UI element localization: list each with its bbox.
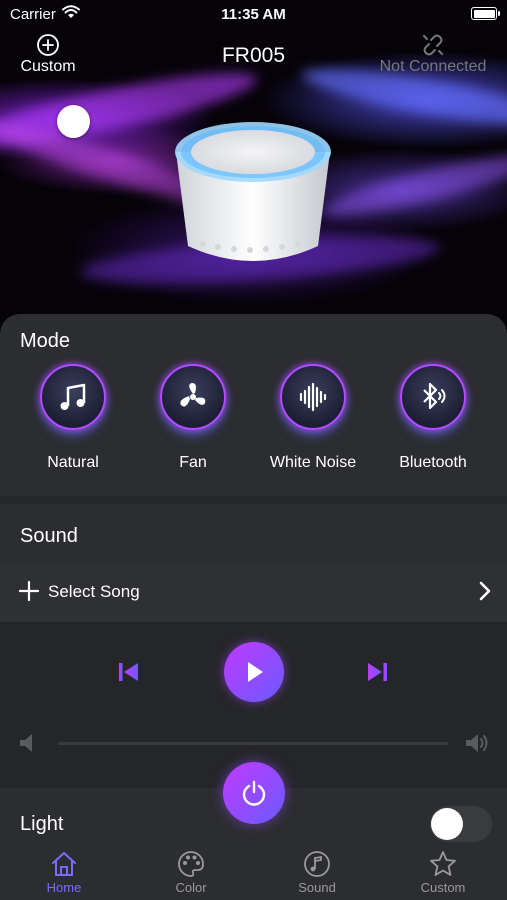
volume-high-icon xyxy=(466,734,488,752)
sound-section-title: Sound xyxy=(20,525,78,547)
play-icon xyxy=(248,662,263,682)
waveform-icon xyxy=(299,382,327,412)
connection-status: Not Connected xyxy=(379,58,487,75)
light-section-title: Light xyxy=(20,813,64,835)
next-track-icon[interactable] xyxy=(366,662,388,682)
tab-bar: Home Color Sound Custom xyxy=(0,842,507,900)
tab-label: Home xyxy=(46,880,82,895)
select-song-label: Select Song xyxy=(48,582,140,601)
music-note-icon xyxy=(60,383,86,410)
fan-icon xyxy=(180,383,206,407)
sound-machine-image xyxy=(175,122,331,261)
tab-label: Sound xyxy=(298,880,336,895)
tab-sound[interactable]: Sound xyxy=(267,848,367,895)
light-toggle[interactable] xyxy=(430,806,492,842)
mode-label: Fan xyxy=(179,454,207,471)
mode-natural[interactable]: Natural xyxy=(13,364,133,472)
volume-slider-knob[interactable] xyxy=(57,105,90,138)
previous-track-icon[interactable] xyxy=(118,662,140,682)
play-button[interactable] xyxy=(224,642,284,702)
toggle-knob xyxy=(431,808,463,840)
tab-label: Color xyxy=(175,880,207,895)
smoke-wave xyxy=(319,143,507,227)
volume-low-icon xyxy=(20,734,32,752)
tab-custom[interactable]: Custom xyxy=(393,848,493,895)
player-controls xyxy=(0,622,507,778)
mode-list: Natural Fan White Noise Bluetooth xyxy=(0,364,507,484)
mode-white-noise[interactable]: White Noise xyxy=(253,364,373,472)
power-icon xyxy=(242,780,266,806)
mode-bluetooth[interactable]: Bluetooth xyxy=(373,364,493,472)
tab-label: Custom xyxy=(420,880,466,895)
mode-label: White Noise xyxy=(269,454,357,471)
music-note-icon xyxy=(304,851,330,877)
volume-slider[interactable] xyxy=(58,742,448,745)
battery-icon xyxy=(471,7,500,20)
power-button[interactable] xyxy=(223,762,285,824)
bluetooth-icon xyxy=(423,382,446,410)
chevron-right-icon xyxy=(479,581,491,601)
broken-link-icon xyxy=(423,34,443,56)
plus-icon xyxy=(18,580,40,602)
connection-button[interactable]: Not Connected xyxy=(373,32,493,76)
select-song-row[interactable]: Select Song xyxy=(0,562,507,622)
star-icon xyxy=(430,851,456,876)
mode-section-title: Mode xyxy=(20,330,71,352)
mode-label: Natural xyxy=(47,454,99,471)
status-bar: Carrier 11:35 AM xyxy=(0,0,507,28)
palette-icon xyxy=(178,851,204,877)
tab-color[interactable]: Color xyxy=(141,848,241,895)
mode-fan[interactable]: Fan xyxy=(133,364,253,472)
clock: 11:35 AM xyxy=(221,6,286,23)
tab-home[interactable]: Home xyxy=(14,848,114,895)
mode-label: Bluetooth xyxy=(399,454,467,471)
section-divider xyxy=(0,496,507,504)
home-icon xyxy=(52,852,76,876)
